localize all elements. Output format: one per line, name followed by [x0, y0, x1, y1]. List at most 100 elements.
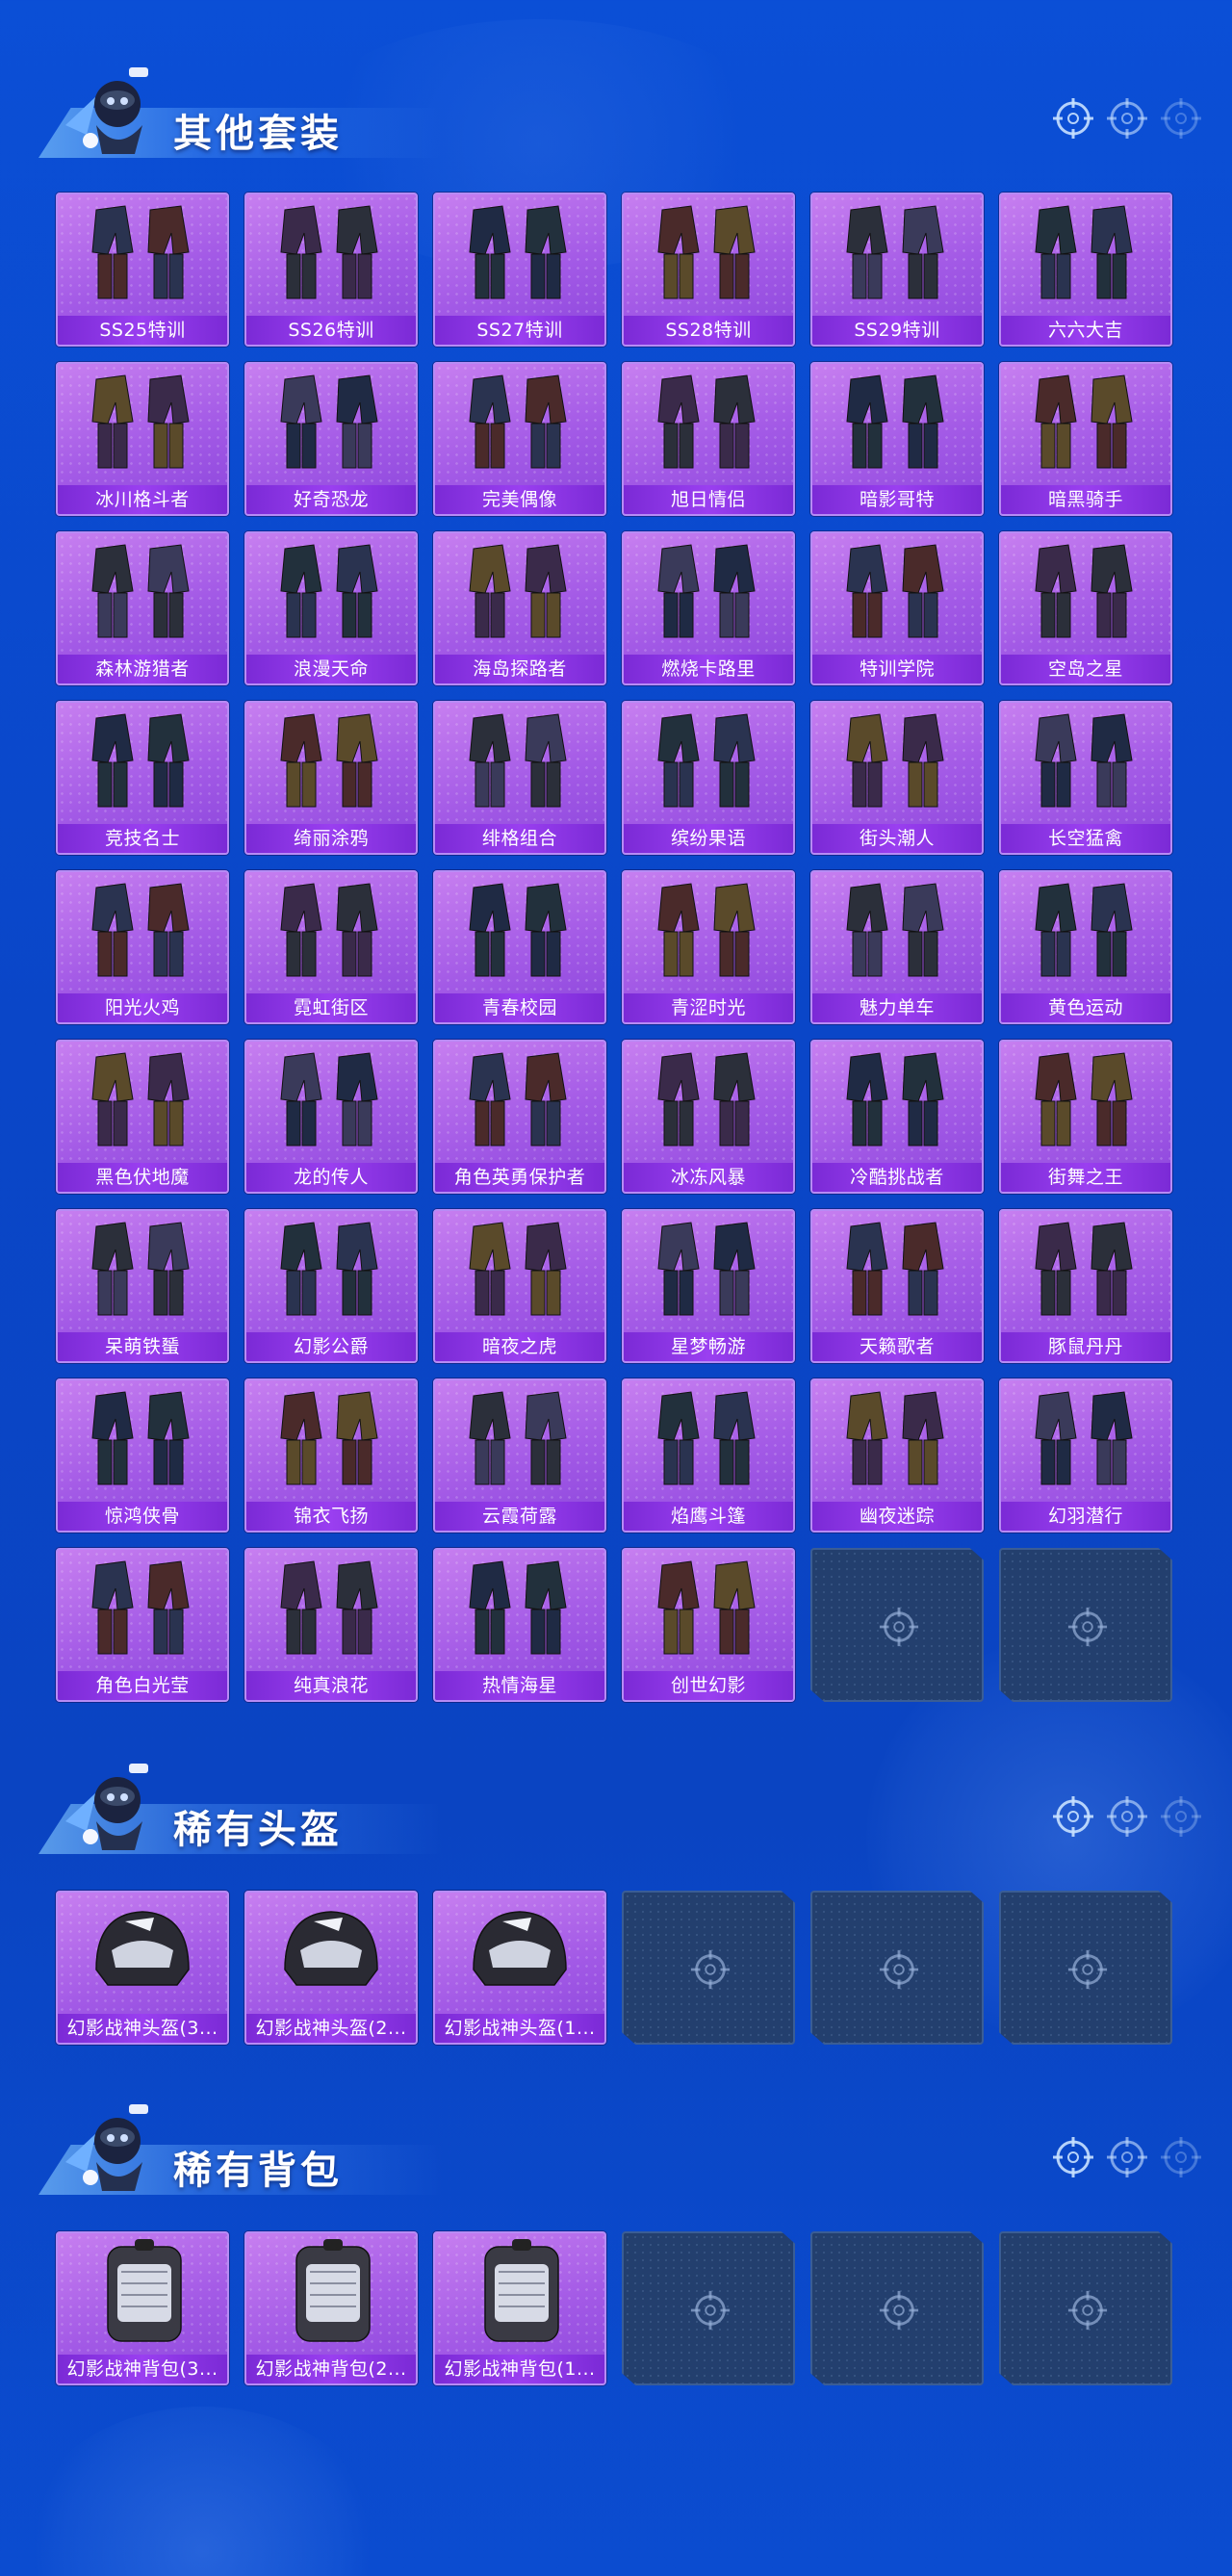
item-card[interactable]: 天籁歌者 — [810, 1209, 984, 1363]
outfit-thumbnail — [1035, 883, 1133, 977]
item-card-label: 星梦畅游 — [624, 1332, 793, 1361]
item-card[interactable]: 绮丽涂鸦 — [244, 701, 418, 855]
item-card[interactable]: 幻影战神头盔(1... — [433, 1891, 606, 2045]
item-card[interactable]: 幻羽潜行 — [999, 1378, 1172, 1533]
item-card[interactable]: 海岛探路者 — [433, 531, 606, 685]
crosshair-icon — [1067, 1607, 1108, 1647]
backpack-thumbnail — [295, 2239, 371, 2342]
item-card-label: 魅力单车 — [812, 993, 982, 1022]
mascot-icon — [65, 1764, 148, 1850]
item-card[interactable]: 缤纷果语 — [622, 701, 795, 855]
item-card[interactable]: 竞技名士 — [56, 701, 229, 855]
item-card[interactable]: SS26特训 — [244, 193, 418, 347]
outfit-thumbnail — [657, 883, 756, 977]
outfit-thumbnail — [846, 1052, 944, 1146]
item-card[interactable]: 青春校园 — [433, 870, 606, 1024]
item-card[interactable]: 魅力单车 — [810, 870, 984, 1024]
section-header: 稀有头盔 — [29, 1754, 443, 1860]
mascot-icon — [65, 67, 148, 154]
item-card[interactable]: 幽夜迷踪 — [810, 1378, 984, 1533]
item-card-label: 幻影战神头盔(1... — [435, 2014, 604, 2043]
empty-slot — [999, 1548, 1172, 1702]
crosshair-icon — [1161, 98, 1201, 139]
item-card-label: 幻影战神头盔(2... — [246, 2014, 416, 2043]
outfit-thumbnail — [91, 1222, 190, 1316]
item-card[interactable]: 幻影公爵 — [244, 1209, 418, 1363]
item-card[interactable]: 龙的传人 — [244, 1040, 418, 1194]
item-card[interactable]: 锦衣飞扬 — [244, 1378, 418, 1533]
backpack-thumbnail — [107, 2239, 182, 2342]
helmet-grid: 幻影战神头盔(3... 幻影战神头盔(2... 幻影战神头盔(1... — [56, 1891, 1172, 2045]
item-card[interactable]: 冰冻风暴 — [622, 1040, 795, 1194]
item-card[interactable]: 黑色伏地魔 — [56, 1040, 229, 1194]
item-card[interactable]: 六六大吉 — [999, 193, 1172, 347]
outfit-thumbnail — [657, 374, 756, 469]
item-card[interactable]: 呆萌铁蜑 — [56, 1209, 229, 1363]
outfit-thumbnail — [91, 713, 190, 808]
item-card[interactable]: 青涩时光 — [622, 870, 795, 1024]
item-card[interactable]: 黄色运动 — [999, 870, 1172, 1024]
item-card[interactable]: 街头潮人 — [810, 701, 984, 855]
item-card[interactable]: 幻影战神头盔(3... — [56, 1891, 229, 2045]
item-card-label: 旭日情侣 — [624, 485, 793, 514]
item-card[interactable]: 冷酷挑战者 — [810, 1040, 984, 1194]
item-card[interactable]: 好奇恐龙 — [244, 362, 418, 516]
item-card[interactable]: 阳光火鸡 — [56, 870, 229, 1024]
item-card[interactable]: 惊鸿侠骨 — [56, 1378, 229, 1533]
item-card-label: SS26特训 — [246, 316, 416, 345]
item-card[interactable]: 角色白光莹 — [56, 1548, 229, 1702]
item-card[interactable]: 热情海星 — [433, 1548, 606, 1702]
item-card[interactable]: 街舞之王 — [999, 1040, 1172, 1194]
item-card-label: 幻影战神背包(3... — [58, 2355, 227, 2383]
item-card[interactable]: SS25特训 — [56, 193, 229, 347]
crosshair-icon — [690, 1949, 731, 1990]
item-card[interactable]: 霓虹街区 — [244, 870, 418, 1024]
item-card[interactable]: 绯格组合 — [433, 701, 606, 855]
item-card[interactable]: 幻影战神头盔(2... — [244, 1891, 418, 2045]
item-card[interactable]: 燃烧卡路里 — [622, 531, 795, 685]
item-card-label: 豚鼠丹丹 — [1001, 1332, 1170, 1361]
outfit-thumbnail — [469, 883, 567, 977]
item-card[interactable]: 角色英勇保护者 — [433, 1040, 606, 1194]
item-card[interactable]: 旭日情侣 — [622, 362, 795, 516]
item-card[interactable]: 创世幻影 — [622, 1548, 795, 1702]
item-card[interactable]: 星梦畅游 — [622, 1209, 795, 1363]
item-card-label: 焰鹰斗篷 — [624, 1502, 793, 1531]
item-card[interactable]: 纯真浪花 — [244, 1548, 418, 1702]
item-card-label: 龙的传人 — [246, 1163, 416, 1192]
section-header: 稀有背包 — [29, 2095, 443, 2201]
item-card[interactable]: 森林游猎者 — [56, 531, 229, 685]
item-card-label: 黄色运动 — [1001, 993, 1170, 1022]
item-card-label: 呆萌铁蜑 — [58, 1332, 227, 1361]
item-card-label: 青春校园 — [435, 993, 604, 1022]
item-card[interactable]: 幻影战神背包(1... — [433, 2231, 606, 2385]
item-card[interactable]: 幻影战神背包(3... — [56, 2231, 229, 2385]
item-card[interactable]: 云霞荷露 — [433, 1378, 606, 1533]
outfit-thumbnail — [469, 1222, 567, 1316]
outfit-thumbnail — [1035, 374, 1133, 469]
item-card[interactable]: 暗影哥特 — [810, 362, 984, 516]
item-card-label: 黑色伏地魔 — [58, 1163, 227, 1192]
item-card[interactable]: 特训学院 — [810, 531, 984, 685]
item-card[interactable]: 焰鹰斗篷 — [622, 1378, 795, 1533]
item-card-label: 幻影战神头盔(3... — [58, 2014, 227, 2043]
item-card-label: 暗影哥特 — [812, 485, 982, 514]
item-card[interactable]: SS28特训 — [622, 193, 795, 347]
item-card-label: 幻影公爵 — [246, 1332, 416, 1361]
item-card[interactable]: 暗夜之虎 — [433, 1209, 606, 1363]
item-card[interactable]: 暗黑骑手 — [999, 362, 1172, 516]
item-card[interactable]: 浪漫天命 — [244, 531, 418, 685]
item-card[interactable]: SS27特训 — [433, 193, 606, 347]
item-card[interactable]: 豚鼠丹丹 — [999, 1209, 1172, 1363]
outfit-thumbnail — [846, 205, 944, 299]
item-card-label: 幻影战神背包(1... — [435, 2355, 604, 2383]
item-card[interactable]: SS29特训 — [810, 193, 984, 347]
item-card[interactable]: 冰川格斗者 — [56, 362, 229, 516]
item-card[interactable]: 完美偶像 — [433, 362, 606, 516]
item-card[interactable]: 长空猛禽 — [999, 701, 1172, 855]
item-card[interactable]: 空岛之星 — [999, 531, 1172, 685]
outfit-thumbnail — [280, 713, 378, 808]
item-card-label: 浪漫天命 — [246, 655, 416, 683]
empty-slot — [810, 2231, 984, 2385]
item-card[interactable]: 幻影战神背包(2... — [244, 2231, 418, 2385]
